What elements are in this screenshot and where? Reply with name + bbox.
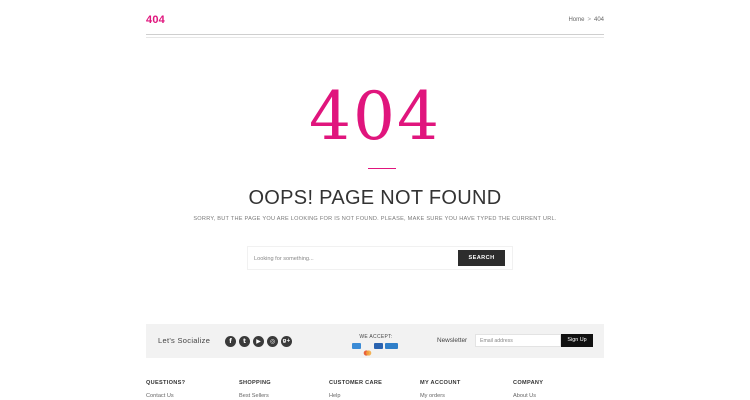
facebook-icon[interactable]: f bbox=[225, 336, 236, 347]
dribbble-icon[interactable]: ◎ bbox=[267, 336, 278, 347]
error-code: 404 bbox=[309, 78, 441, 155]
mastercard-card-icon bbox=[363, 343, 372, 356]
footer-link[interactable]: Best Sellers bbox=[239, 393, 271, 399]
visa-card-icon bbox=[374, 343, 383, 349]
footer-column-heading: SHOPPING bbox=[239, 380, 271, 386]
page-title: 404 bbox=[146, 14, 165, 26]
sign-up-button[interactable]: Sign Up bbox=[561, 334, 593, 347]
footer-link[interactable]: About Us bbox=[513, 393, 543, 399]
social-label: Let's Socialize bbox=[158, 336, 211, 345]
footer-column-company: COMPANY About Us bbox=[513, 380, 543, 399]
accent-divider bbox=[368, 168, 396, 169]
footer-link[interactable]: Help bbox=[329, 393, 382, 399]
footer-column-heading: MY ACCOUNT bbox=[420, 380, 461, 386]
footer-column-customer-care: CUSTOMER CARE Help bbox=[329, 380, 382, 399]
error-message: SORRY, BUT THE PAGE YOU ARE LOOKING FOR … bbox=[193, 216, 557, 222]
footer-column-heading: COMPANY bbox=[513, 380, 544, 386]
breadcrumb: Home >404 bbox=[568, 17, 604, 23]
breadcrumb-separator: > bbox=[587, 17, 591, 23]
footer-column-questions: QUESTIONS? Contact Us bbox=[146, 380, 185, 399]
email-field[interactable] bbox=[475, 334, 561, 347]
search-input[interactable] bbox=[252, 252, 456, 266]
youtube-icon[interactable]: ▶ bbox=[253, 336, 264, 347]
footer-column-heading: CUSTOMER CARE bbox=[329, 380, 383, 386]
page-header: 404 Home >404 bbox=[146, 12, 604, 38]
paypal-card-icon bbox=[385, 343, 398, 349]
footer-band: Let's Socialize f t ▶ ◎ g+ WE ACCEPT: Ne… bbox=[146, 324, 604, 358]
breadcrumb-current: 404 bbox=[593, 17, 604, 23]
search-button[interactable]: SEARCH bbox=[458, 250, 505, 266]
footer-column-my-account: MY ACCOUNT My orders bbox=[420, 380, 461, 399]
error-heading: OOPS! PAGE NOT FOUND bbox=[248, 187, 502, 209]
newsletter-label: Newsletter bbox=[437, 337, 468, 344]
footer-link[interactable]: My orders bbox=[420, 393, 461, 399]
amex-card-icon bbox=[352, 343, 361, 349]
footer-column-shopping: SHOPPING Best Sellers bbox=[239, 380, 271, 399]
search-form: SEARCH bbox=[247, 246, 513, 270]
footer-link[interactable]: Contact Us bbox=[146, 393, 185, 399]
twitter-icon[interactable]: t bbox=[239, 336, 250, 347]
breadcrumb-home-link[interactable]: Home bbox=[568, 17, 584, 23]
footer-column-heading: QUESTIONS? bbox=[146, 380, 186, 386]
header-divider bbox=[146, 34, 604, 38]
we-accept-label: WE ACCEPT: bbox=[359, 334, 393, 340]
google-plus-icon[interactable]: g+ bbox=[281, 336, 292, 347]
